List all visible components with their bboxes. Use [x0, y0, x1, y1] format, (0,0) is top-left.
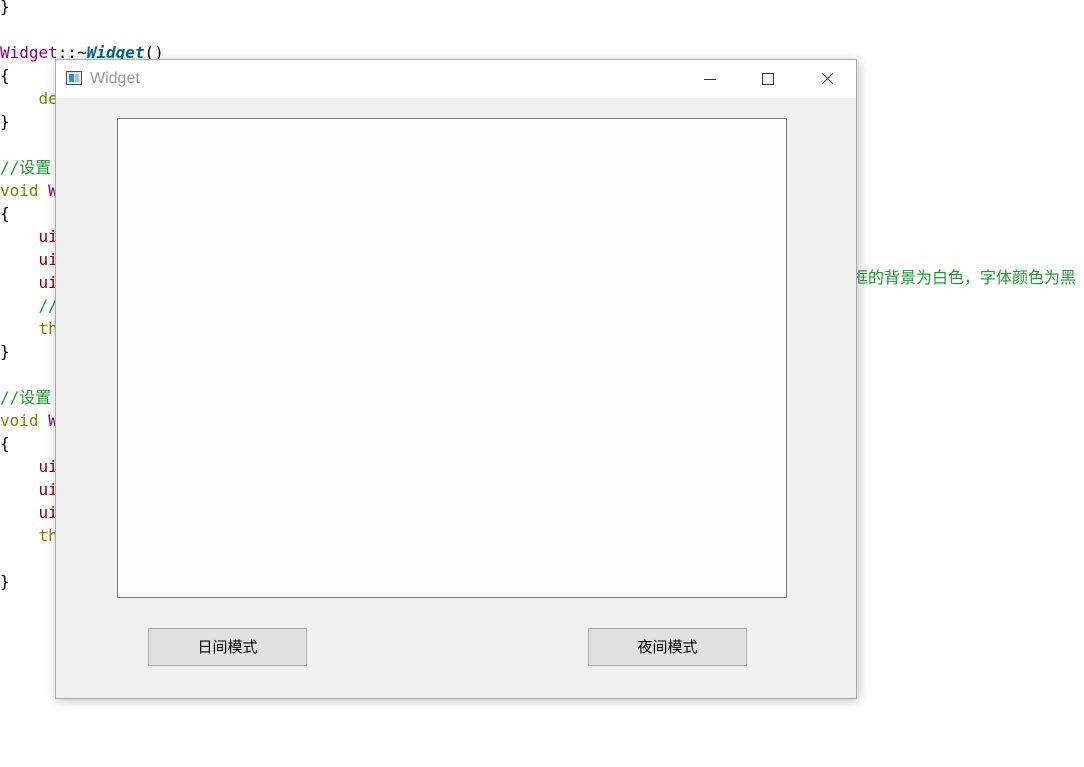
code-line: th: [0, 526, 58, 545]
code-line: ui: [0, 250, 58, 269]
day-mode-button[interactable]: 日间模式: [148, 628, 307, 666]
code-line: {: [0, 66, 10, 85]
code-line: //设置: [0, 388, 52, 407]
title-bar[interactable]: Widget: [56, 60, 856, 98]
night-mode-button[interactable]: 夜间模式: [588, 628, 747, 666]
code-line: void W: [0, 411, 58, 430]
close-icon: [820, 72, 834, 86]
window-title: Widget: [90, 70, 140, 87]
code-line: ui: [0, 503, 58, 522]
minimize-button[interactable]: [681, 60, 739, 98]
code-line: }: [0, 572, 10, 591]
code-line: }: [0, 342, 10, 361]
code-line: {: [0, 434, 10, 453]
code-line: ui: [0, 227, 58, 246]
text-edit[interactable]: [117, 118, 787, 598]
maximize-icon: [762, 73, 774, 85]
code-line: }: [0, 112, 10, 131]
code-line: ui: [0, 273, 58, 292]
code-line: }: [0, 0, 10, 16]
code-line: ui: [0, 457, 58, 476]
code-line: ui: [0, 480, 58, 499]
app-icon: [66, 71, 82, 85]
widget-window: Widget 日间模式 夜间模式: [55, 59, 857, 699]
code-line: //: [0, 296, 58, 315]
code-line: {: [0, 204, 10, 223]
code-line: de: [0, 89, 58, 108]
code-line: void W: [0, 181, 58, 200]
maximize-button[interactable]: [739, 60, 797, 98]
minimize-icon: [704, 78, 716, 80]
code-line: th: [0, 319, 58, 338]
code-line: //设置: [0, 158, 52, 177]
code-comment-overflow: 框的背景为白色，字体颜色为黑: [852, 268, 1077, 287]
close-button[interactable]: [798, 60, 856, 98]
